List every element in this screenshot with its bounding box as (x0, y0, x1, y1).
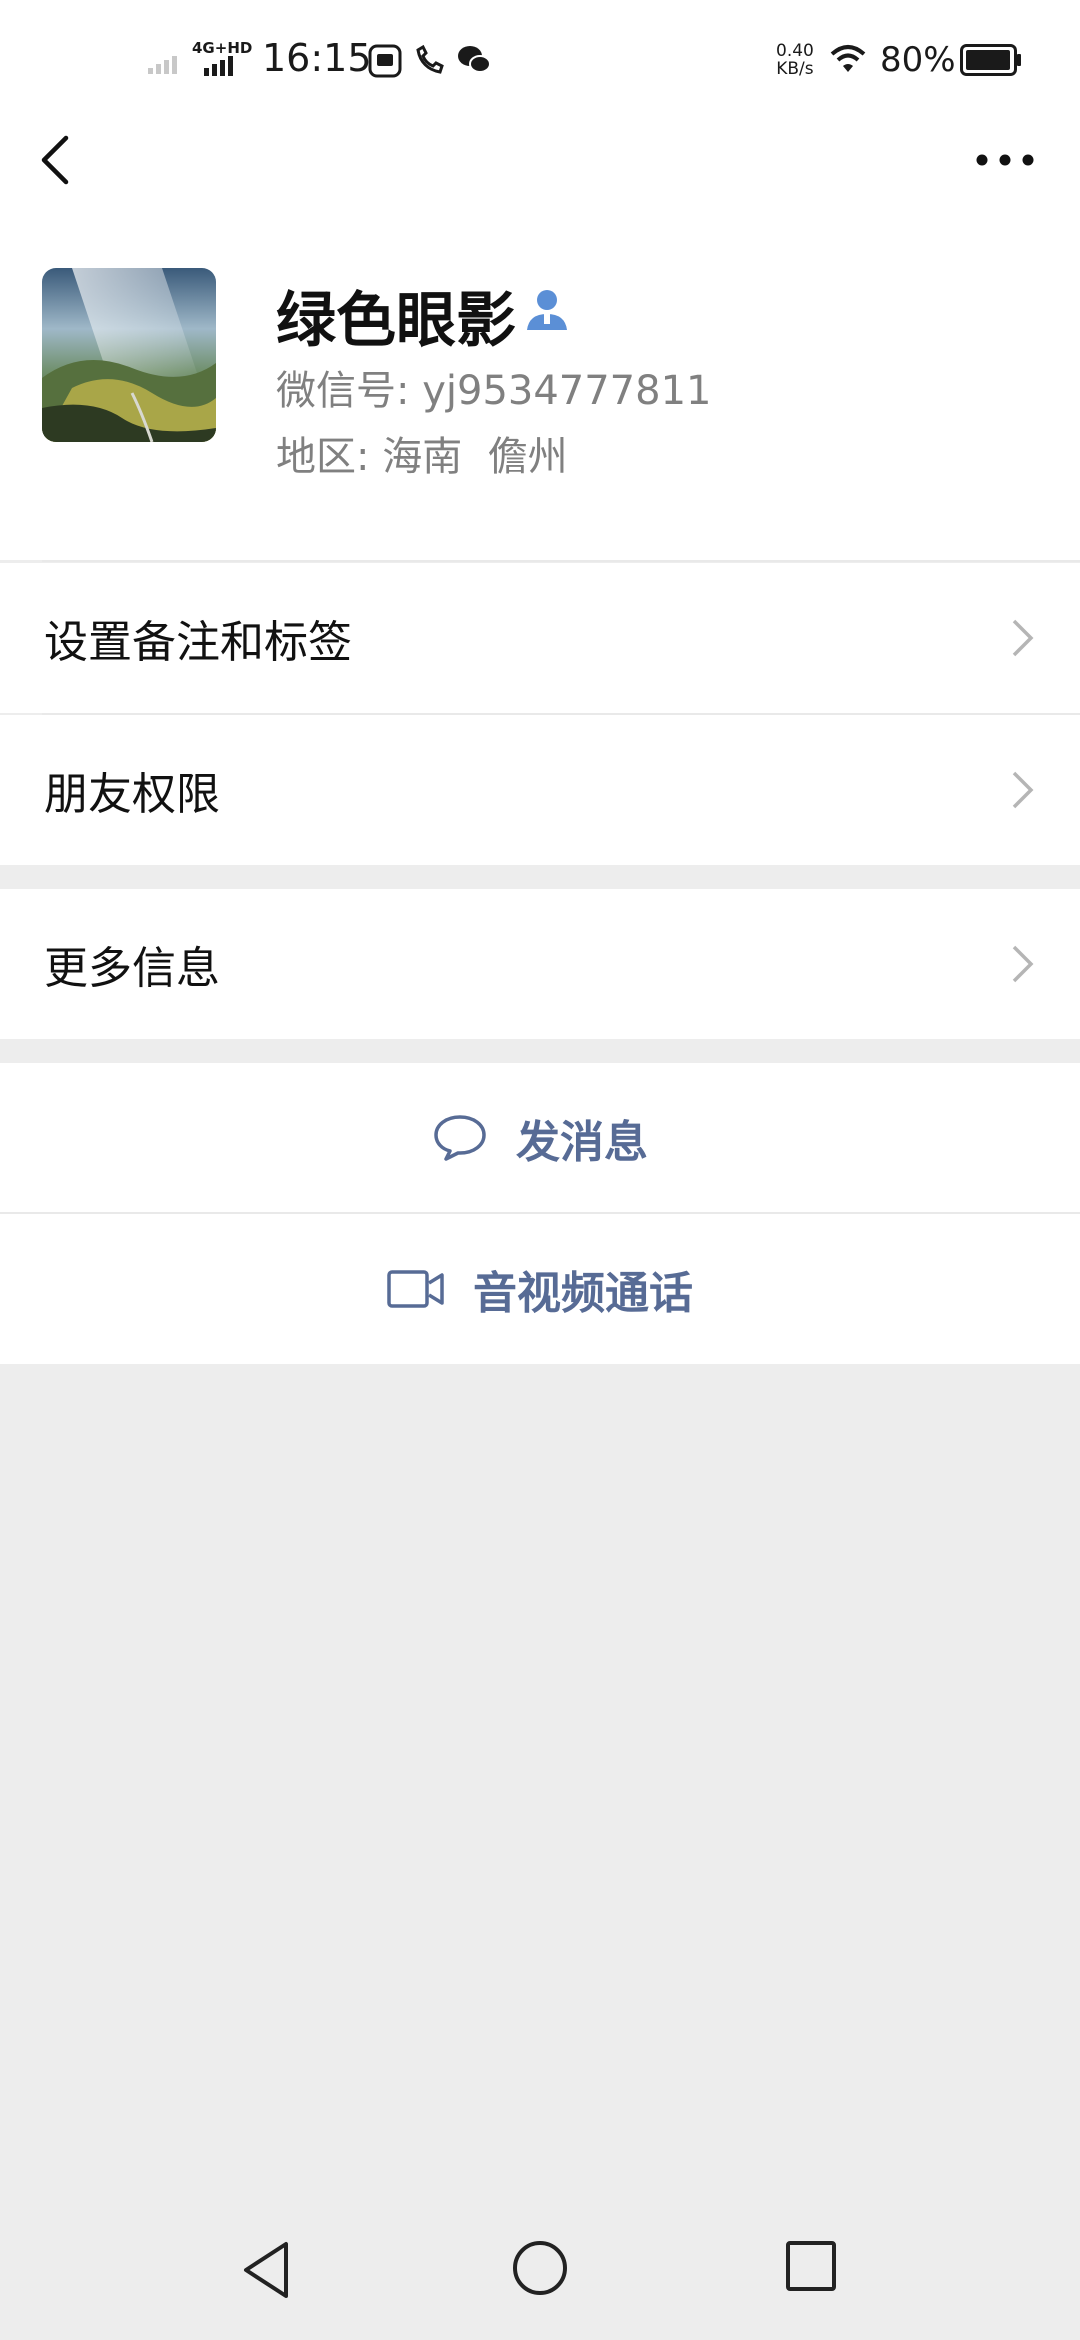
wifi-icon (830, 45, 866, 72)
status-bar: 4G+HD 16:15 0.40 KB/s 80% (0, 0, 1080, 120)
avatar[interactable] (42, 268, 216, 442)
menu-item-label: 朋友权限 (44, 769, 220, 820)
chevron-right-icon (1012, 771, 1034, 809)
divider (42, 560, 1080, 562)
wechat-id-value: yj9534777811 (422, 368, 712, 414)
clock: 16:15 (262, 36, 372, 80)
menu-item-label: 更多信息 (44, 943, 220, 994)
menu-item-friend-permissions[interactable]: 朋友权限 (0, 715, 1080, 865)
person-icon (527, 290, 567, 330)
phone-call-icon (416, 44, 444, 74)
menu-item-label: 设置备注和标签 (44, 617, 352, 668)
wechat-id-label: 微信号: (276, 368, 410, 414)
recents-square-icon[interactable] (785, 2240, 837, 2292)
chevron-right-icon (1012, 945, 1034, 983)
net-speed-unit: KB/s (776, 59, 814, 79)
video-call-button[interactable]: 音视频通话 (0, 1214, 1080, 1364)
send-message-button[interactable]: 发消息 (0, 1063, 1080, 1213)
region-value: 海南 儋州 (382, 434, 568, 480)
send-message-label: 发消息 (516, 1117, 648, 1168)
chat-bubble-icon (434, 1115, 486, 1161)
nickname: 绿色眼影 (276, 286, 516, 356)
menu-item-more-info[interactable]: 更多信息 (0, 889, 1080, 1039)
signal-weak-icon (148, 56, 177, 74)
more-dots-icon[interactable] (970, 140, 1040, 180)
back-triangle-icon[interactable] (240, 2240, 294, 2300)
chevron-right-icon (1012, 619, 1034, 657)
video-camera-icon (387, 1270, 444, 1308)
wechat-icon (458, 46, 491, 73)
net-speed-value: 0.40 (776, 41, 814, 61)
network-type: 4G+HD (192, 39, 253, 57)
region-line: 地区: 海南 儋州 (276, 424, 568, 482)
home-circle-icon[interactable] (512, 2240, 568, 2296)
region-label: 地区: (276, 434, 370, 480)
battery-percent: 80% (880, 40, 956, 80)
chevron-left-icon[interactable] (30, 130, 80, 190)
app-notification-icon (368, 44, 402, 78)
battery-icon (960, 44, 1021, 76)
menu-item-remark-tags[interactable]: 设置备注和标签 (0, 563, 1080, 713)
wechat-id-line: 微信号: yj9534777811 (276, 358, 711, 416)
net-speed: 0.40 KB/s (776, 42, 814, 78)
video-call-label: 音视频通话 (473, 1268, 693, 1319)
signal-strong-icon (204, 56, 233, 76)
